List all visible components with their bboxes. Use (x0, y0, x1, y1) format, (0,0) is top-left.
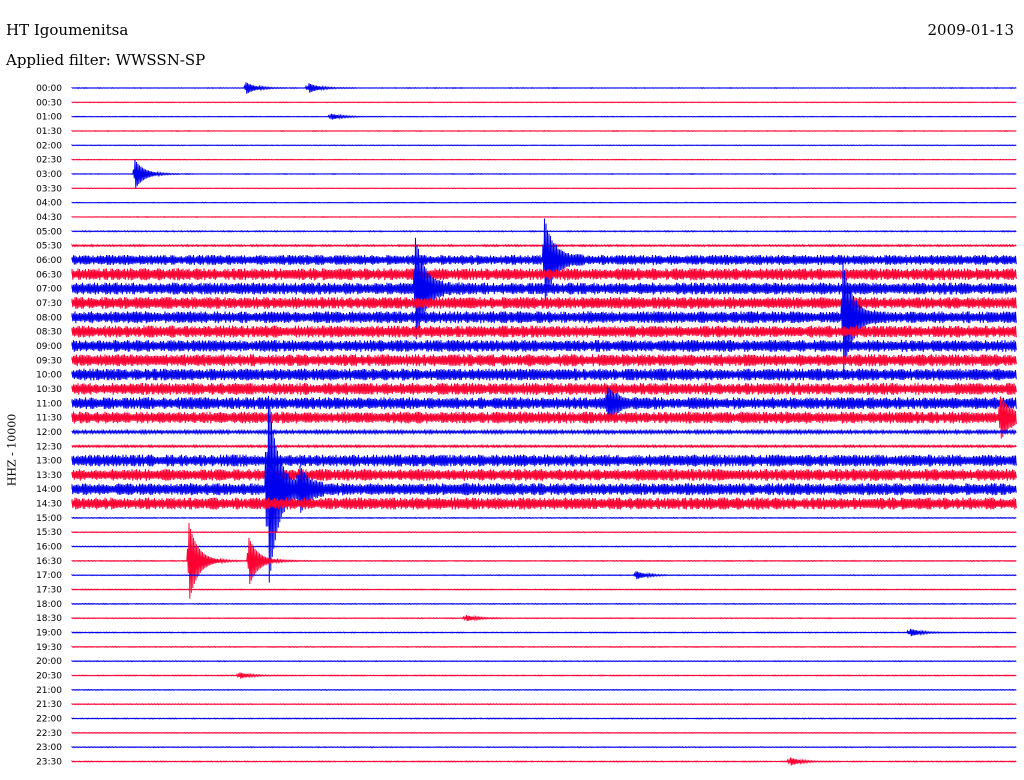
time-tick-label: 04:00 (36, 199, 62, 209)
trace-0630 (71, 268, 1017, 281)
trace-1000 (71, 368, 1017, 381)
trace-1200 (71, 428, 1017, 436)
trace-2200 (71, 717, 1017, 720)
trace-1800 (71, 602, 1017, 606)
time-tick-label: 18:30 (36, 614, 62, 624)
time-tick-label: 09:30 (36, 356, 62, 366)
time-tick-label: 07:00 (36, 285, 62, 295)
time-tick-label: 12:00 (36, 428, 62, 438)
time-tick-label: 08:30 (36, 328, 62, 338)
time-tick-label: 06:00 (36, 256, 62, 266)
time-tick-label: 04:30 (36, 213, 62, 223)
time-tick-label: 00:30 (36, 98, 62, 108)
trace-0330 (71, 187, 1017, 190)
trace-1400 (71, 395, 1017, 583)
time-tick-label: 23:30 (36, 758, 62, 768)
time-tick-label: 11:30 (36, 414, 62, 424)
time-tick-label: 07:30 (36, 299, 62, 309)
time-tick-label: 23:00 (36, 743, 62, 753)
trace-2130 (71, 702, 1017, 706)
trace-1600 (71, 545, 1017, 548)
trace-2300 (71, 745, 1017, 749)
trace-0130 (71, 129, 1017, 132)
time-tick-label: 13:00 (36, 457, 62, 467)
time-tick-label: 02:30 (36, 156, 62, 166)
time-tick-label: 22:30 (36, 729, 62, 739)
trace-0400 (71, 201, 1017, 204)
trace-0830 (71, 325, 1017, 338)
time-tick-label: 09:00 (36, 342, 62, 352)
time-tick-label: 22:00 (36, 715, 62, 725)
time-tick-label: 12:30 (36, 442, 62, 452)
time-tick-label: 08:00 (36, 313, 62, 323)
trace-0900 (71, 339, 1017, 352)
trace-1230 (71, 443, 1017, 449)
trace-1330 (71, 468, 1017, 481)
time-tick-label: 05:00 (36, 227, 62, 237)
time-tick-label: 15:30 (36, 528, 62, 538)
trace-2100 (71, 688, 1017, 692)
trace-1700 (71, 571, 1017, 580)
trace-1830 (71, 614, 1017, 622)
time-tick-label: 01:00 (36, 113, 62, 123)
trace-1500 (71, 516, 1017, 520)
trace-1630 (71, 522, 1017, 599)
seismogram-plot: 00:00 00:30 01:00 01:30 02:00 02:30 03:00 03:30… (36, 82, 1017, 768)
trace-0230 (71, 158, 1017, 161)
time-tick-label: 00:00 (36, 84, 62, 94)
trace-0100 (71, 113, 1017, 120)
trace-0300 (71, 159, 1017, 189)
trace-0030 (71, 101, 1017, 104)
trace-0930 (71, 354, 1017, 367)
trace-0730 (71, 296, 1017, 309)
trace-1430 (71, 497, 1017, 510)
trace-1900 (71, 628, 1017, 637)
time-tick-label: 10:00 (36, 371, 62, 381)
trace-2000 (71, 659, 1017, 663)
time-tick-label: 14:30 (36, 500, 62, 510)
trace-1930 (71, 645, 1017, 649)
time-tick-label: 17:30 (36, 586, 62, 596)
time-tick-label: 17:00 (36, 571, 62, 581)
trace-2230 (71, 731, 1017, 734)
time-tick-label: 21:00 (36, 686, 62, 696)
time-tick-label: 03:30 (36, 184, 62, 194)
trace-1300 (71, 454, 1017, 467)
time-tick-label: 16:00 (36, 543, 62, 553)
time-tick-label: 20:00 (36, 657, 62, 667)
time-tick-label: 15:00 (36, 514, 62, 524)
trace-1530 (71, 530, 1017, 534)
time-tick-label: 18:00 (36, 600, 62, 610)
time-tick-label: 02:00 (36, 141, 62, 151)
trace-1730 (71, 588, 1017, 591)
time-tick-label: 05:30 (36, 242, 62, 252)
time-tick-label: 21:30 (36, 700, 62, 710)
time-tick-label: 20:30 (36, 672, 62, 682)
trace-0000 (71, 82, 1017, 94)
time-tick-label: 14:00 (36, 485, 62, 495)
trace-0200 (71, 144, 1017, 147)
trace-2330 (71, 757, 1017, 766)
time-tick-label: 01:30 (36, 127, 62, 137)
trace-0430 (71, 215, 1017, 218)
time-tick-label: 13:30 (36, 471, 62, 481)
time-tick-label: 10:30 (36, 385, 62, 395)
time-tick-label: 03:00 (36, 170, 62, 180)
trace-2030 (71, 672, 1017, 679)
time-tick-label: 16:30 (36, 557, 62, 567)
time-tick-label: 19:00 (36, 629, 62, 639)
trace-1030 (71, 382, 1017, 395)
time-tick-label: 06:30 (36, 270, 62, 280)
time-tick-label: 19:30 (36, 643, 62, 653)
time-tick-label: 11:00 (36, 399, 62, 409)
